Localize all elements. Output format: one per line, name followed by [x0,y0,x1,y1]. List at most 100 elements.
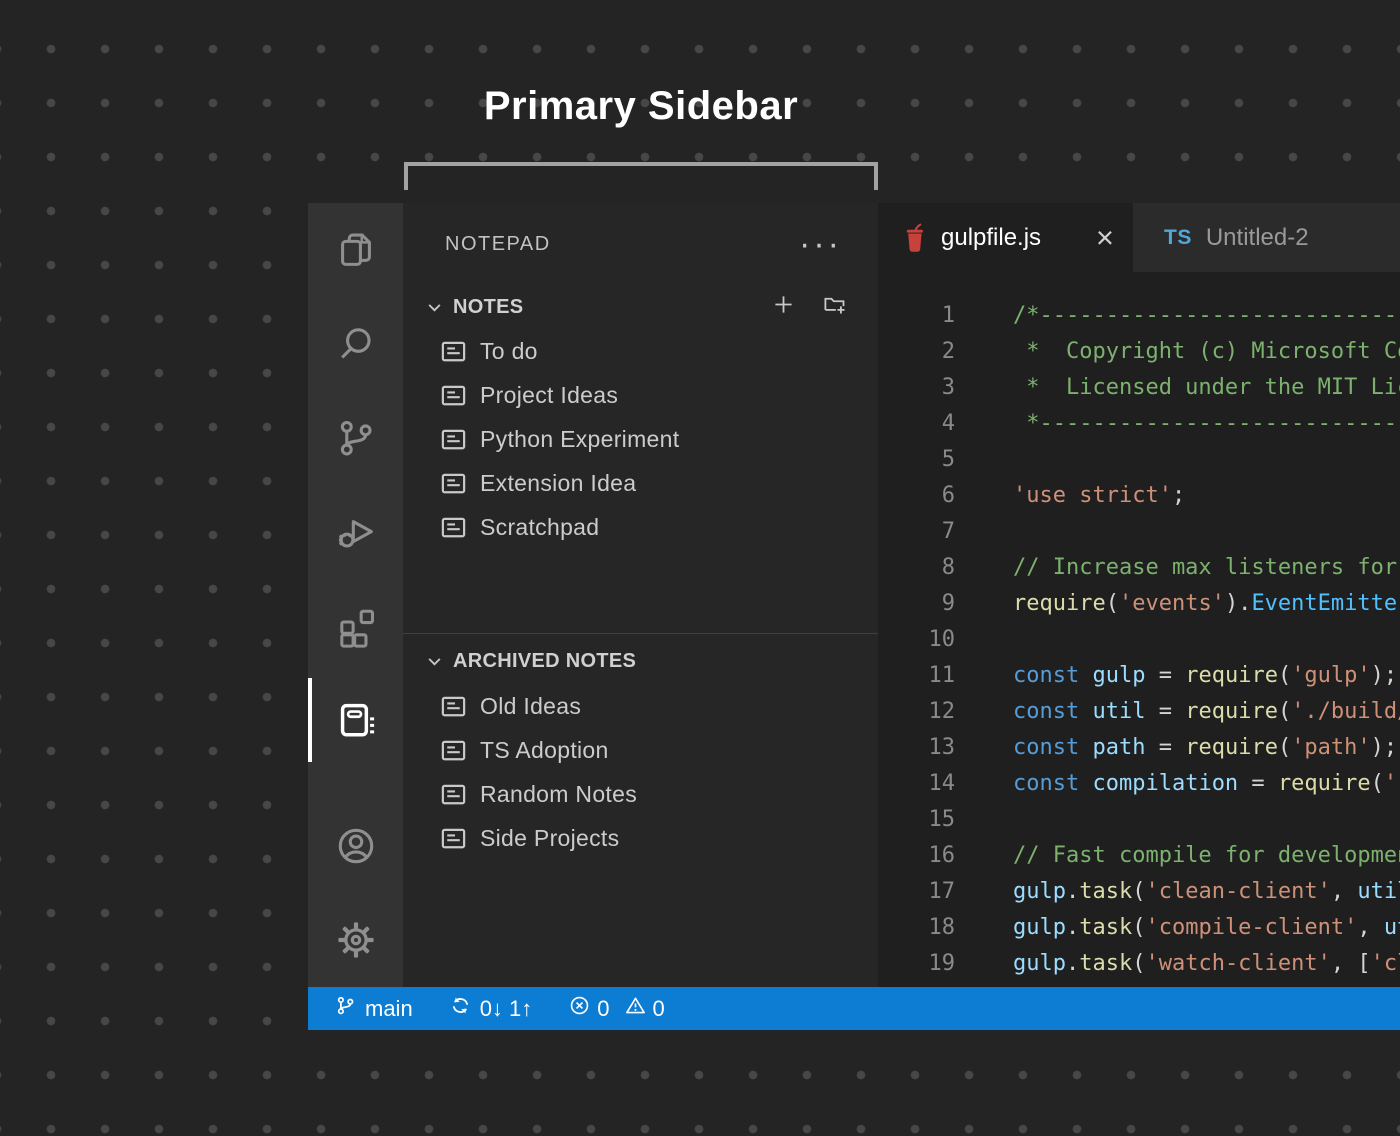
note-item[interactable]: Extension Idea [403,461,878,505]
code-token: 'events' [1119,591,1225,616]
activity-item-accounts[interactable] [308,799,403,893]
new-folder-button[interactable] [821,291,848,323]
problems-status[interactable]: 0 0 [568,994,665,1023]
line-number[interactable]: 6 [878,478,955,514]
note-item[interactable]: Old Ideas [403,684,878,728]
note-item[interactable]: Side Projects [403,816,878,860]
code-token: . [1066,879,1079,904]
code-line[interactable]: 1/*-------------------------------------… [878,298,1400,334]
line-number[interactable]: 5 [878,442,955,478]
code-line[interactable]: 11const gulp = require('gulp'); [878,658,1400,694]
code-token: require [1185,699,1278,724]
note-item[interactable]: Random Notes [403,772,878,816]
code-token: 'compile-client' [1145,915,1357,940]
activity-item-settings[interactable] [308,893,403,987]
line-number[interactable]: 10 [878,622,955,658]
activity-item-explorer[interactable] [308,203,403,297]
code-line[interactable]: 9require('events').EventEmitter.defaultM… [878,586,1400,622]
line-number[interactable]: 3 [878,370,955,406]
code-token: 'gulp' [1291,663,1370,688]
note-item-label: Extension Idea [480,470,636,497]
line-number[interactable]: 2 [878,334,955,370]
code-text: require('events').EventEmitter.defaultMa… [955,586,1400,622]
code-token: ( [1132,915,1145,940]
notes-list: To do Project Ideas [403,329,878,549]
activity-item-source-control[interactable] [308,391,403,485]
code-text [955,442,1013,478]
code-editor[interactable]: 1/*-------------------------------------… [878,272,1400,987]
code-line[interactable]: 4 *-------------------------------------… [878,406,1400,442]
extensions-icon [333,603,379,649]
sidebar-title: NOTEPAD [445,233,551,256]
code-line[interactable]: 12const util = require('./build/lib/util… [878,694,1400,730]
code-token: util [1092,699,1145,724]
code-line[interactable]: 18gulp.task('compile-client', util.task.… [878,910,1400,946]
note-item-label: Python Experiment [480,426,679,453]
branch-status[interactable]: main [334,994,413,1023]
code-token: * Licensed under the MIT License. See Li… [1013,375,1400,400]
section-header-notes[interactable]: NOTES [403,285,878,329]
line-number[interactable]: 16 [878,838,955,874]
line-number[interactable]: 13 [878,730,955,766]
line-number[interactable]: 1 [878,298,955,334]
note-item[interactable]: Python Experiment [403,417,878,461]
line-number[interactable]: 7 [878,514,955,550]
code-token: // Increase max listeners for event emit… [1013,555,1400,580]
activity-item-run-debug[interactable] [308,485,403,579]
code-line[interactable]: 2 * Copyright (c) Microsoft Corporation.… [878,334,1400,370]
note-item-label: Project Ideas [480,382,618,409]
line-number[interactable]: 18 [878,910,955,946]
code-token: const [1013,771,1092,796]
code-token: ( [1278,699,1291,724]
line-number[interactable]: 9 [878,586,955,622]
code-token: . [1066,915,1079,940]
typescript-icon: TS [1164,226,1192,250]
tab-untitled-2[interactable]: TS Untitled-2 [1133,203,1400,272]
code-line[interactable]: 15 [878,802,1400,838]
line-number[interactable]: 17 [878,874,955,910]
note-item[interactable]: TS Adoption [403,728,878,772]
line-number[interactable]: 15 [878,802,955,838]
note-item[interactable]: Scratchpad [403,505,878,549]
code-line[interactable]: 16// Fast compile for development time [878,838,1400,874]
run-debug-icon [333,509,379,555]
code-text: gulp.task('compile-client', util.task.se… [955,910,1400,946]
note-item[interactable]: Project Ideas [403,373,878,417]
new-note-button[interactable] [770,291,797,323]
code-line[interactable]: 19gulp.task('watch-client', ['clean-clie… [878,946,1400,982]
section-header-archived-notes[interactable]: ARCHIVED NOTES [403,634,878,684]
code-line[interactable]: 6'use strict'; [878,478,1400,514]
code-text: const util = require('./build/lib/util')… [955,694,1400,730]
activity-item-notepad[interactable] [308,673,403,767]
note-icon [440,426,467,453]
code-text: gulp.task('clean-client', util.rimraf('o… [955,874,1400,910]
line-number[interactable]: 12 [878,694,955,730]
code-token: gulp [1013,951,1066,976]
tab-gulpfile[interactable]: gulpfile.js × [878,203,1130,272]
code-line[interactable]: 13const path = require('path'); [878,730,1400,766]
more-actions-button[interactable]: ··· [799,236,842,252]
close-icon[interactable]: × [1096,222,1114,253]
note-item[interactable]: To do [403,329,878,373]
code-line[interactable]: 3 * Licensed under the MIT License. See … [878,370,1400,406]
activity-item-extensions[interactable] [308,579,403,673]
line-number[interactable]: 8 [878,550,955,586]
section-label: NOTES [453,296,523,319]
code-line[interactable]: 5 [878,442,1400,478]
code-text: gulp.task('watch-client', ['clean-client… [955,946,1400,982]
code-line[interactable]: 14const compilation = require('./build/l… [878,766,1400,802]
line-number[interactable]: 11 [878,658,955,694]
line-number[interactable]: 19 [878,946,955,982]
line-number[interactable]: 14 [878,766,955,802]
code-line[interactable]: 7 [878,514,1400,550]
sync-status[interactable]: 0↓ 1↑ [449,994,533,1023]
line-number[interactable]: 4 [878,406,955,442]
code-line[interactable]: 8 // Increase max listeners for event emi… [878,550,1400,586]
gulp-icon [904,223,926,252]
source-control-icon [333,415,379,461]
code-line[interactable]: 10 [878,622,1400,658]
code-text: const compilation = require('./build/lib… [955,766,1400,802]
activity-item-search[interactable] [308,297,403,391]
code-line[interactable]: 17gulp.task('clean-client', util.rimraf(… [878,874,1400,910]
mockup-canvas: Primary Sidebar [0,0,1400,1136]
